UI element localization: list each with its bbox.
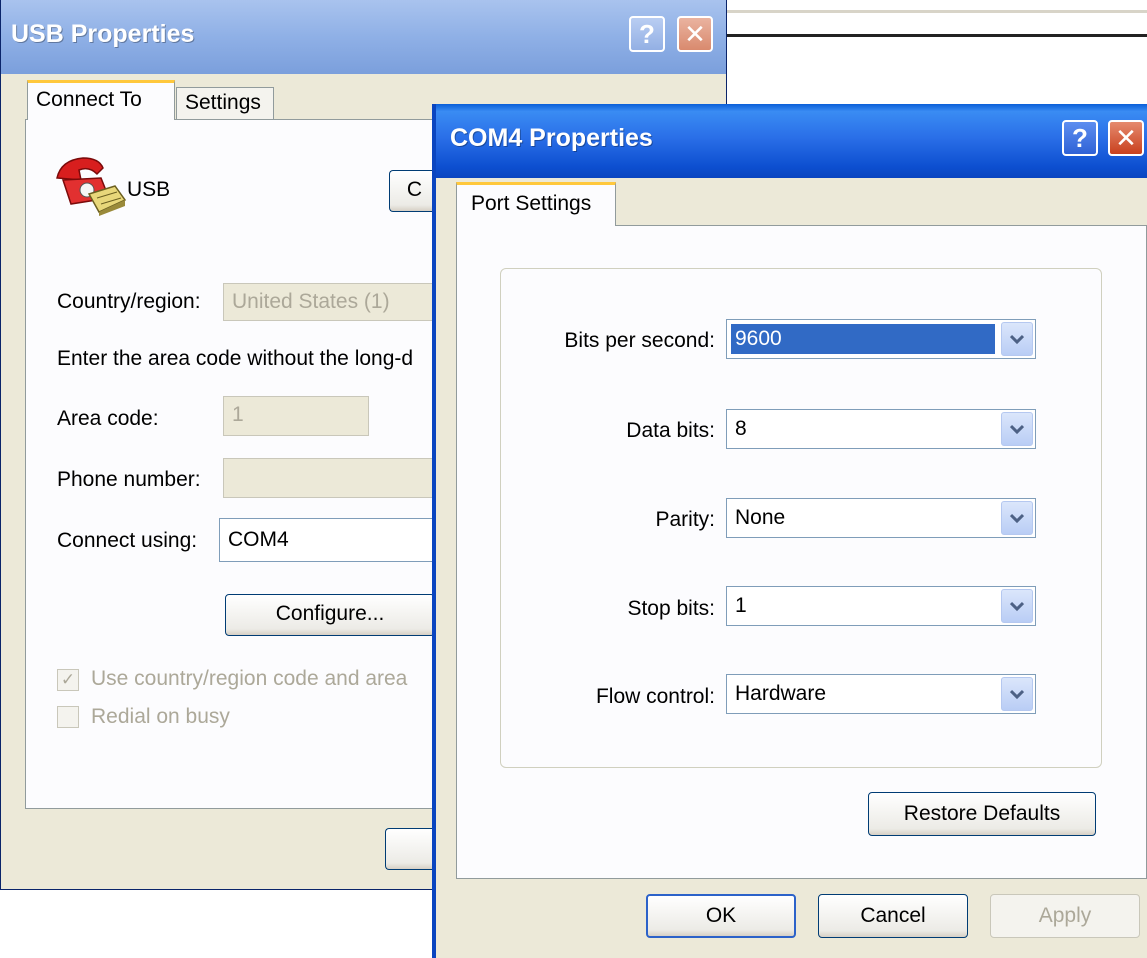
usb-title-bar[interactable]: USB Properties ? ✕ — [1, 0, 726, 74]
use-country-checkbox-label: Use country/region code and area — [91, 667, 408, 690]
connection-name: USB — [127, 178, 171, 201]
usb-ok-button[interactable] — [385, 828, 439, 870]
stop-bits-select[interactable]: 1 — [726, 586, 1036, 626]
instruction-text: Enter the area code without the long-d — [57, 347, 414, 370]
dropdown-arrow-icon[interactable] — [1001, 589, 1033, 623]
com4-window-title: COM4 Properties — [450, 124, 653, 152]
parity-label: Parity: — [655, 508, 715, 531]
stop-bits-value: 1 — [735, 594, 747, 617]
background-window-edge — [725, 34, 1147, 37]
country-select[interactable]: United States (1) — [223, 283, 435, 321]
data-bits-label: Data bits: — [626, 419, 715, 442]
flow-control-label: Flow control: — [595, 685, 715, 708]
close-icon[interactable]: ✕ — [677, 16, 713, 52]
dropdown-arrow-icon[interactable] — [1001, 412, 1033, 446]
configure-button[interactable]: Configure... — [225, 594, 435, 636]
connect-using-select[interactable]: COM4 — [219, 518, 435, 562]
data-bits-select[interactable]: 8 — [726, 409, 1036, 449]
parity-value: None — [735, 506, 786, 529]
area-code-field[interactable]: 1 — [223, 396, 369, 436]
phone-number-field[interactable] — [223, 458, 435, 498]
background-window — [725, 0, 1147, 40]
help-icon[interactable]: ? — [629, 16, 665, 52]
close-icon[interactable]: ✕ — [1108, 120, 1144, 156]
com4-properties-window: COM4 Properties ? ✕ Port Settings Bits p… — [432, 104, 1147, 958]
flow-control-value: Hardware — [735, 682, 827, 705]
parity-select[interactable]: None — [726, 498, 1036, 538]
area-code-label: Area code: — [57, 407, 159, 430]
phone-icon — [56, 157, 127, 216]
ok-button[interactable]: OK — [646, 894, 796, 938]
background-window-border — [725, 10, 1147, 13]
bits-per-second-label: Bits per second: — [564, 329, 715, 352]
tab-settings[interactable]: Settings — [176, 87, 274, 120]
dropdown-arrow-icon[interactable] — [1001, 322, 1033, 356]
data-bits-value: 8 — [735, 417, 747, 440]
apply-button[interactable]: Apply — [990, 894, 1140, 938]
bits-per-second-selection: 9600 — [731, 324, 995, 354]
restore-defaults-button[interactable]: Restore Defaults — [868, 792, 1096, 836]
cancel-button[interactable]: Cancel — [818, 894, 968, 938]
redial-checkbox[interactable] — [57, 706, 79, 728]
connect-using-label: Connect using: — [57, 529, 198, 552]
phone-number-label: Phone number: — [57, 468, 201, 491]
bits-per-second-value: 9600 — [735, 327, 782, 350]
dropdown-arrow-icon[interactable] — [1001, 677, 1033, 711]
flow-control-select[interactable]: Hardware — [726, 674, 1036, 714]
usb-window-title: USB Properties — [11, 20, 195, 48]
dropdown-arrow-icon[interactable] — [1001, 501, 1033, 535]
tab-port-settings[interactable]: Port Settings — [456, 182, 616, 226]
redial-checkbox-label: Redial on busy — [91, 705, 230, 728]
help-icon[interactable]: ? — [1062, 120, 1098, 156]
com4-title-bar[interactable]: COM4 Properties ? ✕ — [436, 104, 1147, 178]
tab-connect-to[interactable]: Connect To — [27, 80, 175, 120]
checkmark-icon[interactable]: ✓ — [57, 669, 79, 691]
stop-bits-label: Stop bits: — [627, 597, 715, 620]
country-label: Country/region: — [57, 290, 201, 313]
bits-per-second-select[interactable]: 9600 — [726, 319, 1036, 359]
